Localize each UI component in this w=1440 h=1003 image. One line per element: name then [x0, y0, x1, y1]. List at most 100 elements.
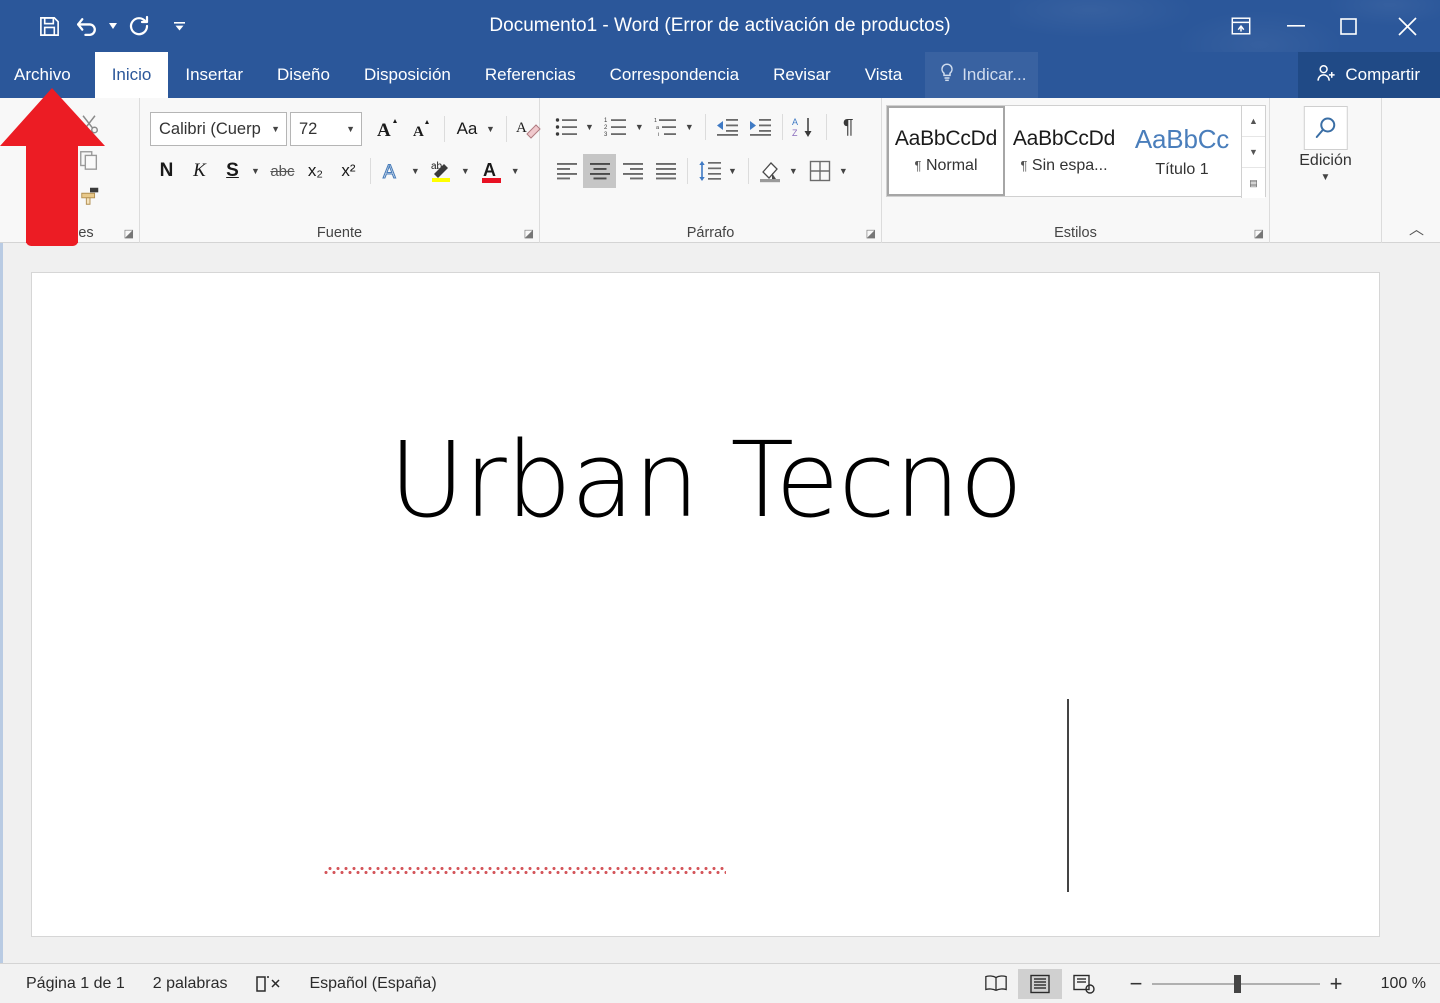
change-case-icon[interactable]: Aa	[450, 112, 484, 146]
font-color-dropdown-icon[interactable]: ▼	[509, 166, 526, 176]
window-controls	[1212, 0, 1440, 52]
spelling-check-icon[interactable]	[241, 974, 295, 994]
ribbon-group-font: Calibri (Cuerp ▼ 72 ▼ A A Aa ▼ A N K S ▼…	[140, 98, 541, 243]
copy-icon[interactable]	[78, 142, 102, 178]
font-name-input[interactable]: Calibri (Cuerp ▼	[150, 112, 287, 146]
show-formatting-marks-icon[interactable]: ¶	[832, 110, 865, 144]
font-size-value: 72	[299, 119, 318, 138]
strikethrough-button[interactable]: abc	[266, 154, 299, 188]
sort-icon[interactable]: A Z	[788, 110, 821, 144]
text-effects-dropdown-icon[interactable]: ▼	[409, 166, 426, 176]
numbered-list-icon[interactable]: 1 2 3	[600, 110, 633, 144]
zoom-level-label[interactable]: 100 %	[1366, 975, 1426, 993]
decrease-indent-icon[interactable]	[711, 110, 744, 144]
align-right-icon[interactable]	[616, 154, 649, 188]
document-page[interactable]: Urban Tecno	[31, 272, 1380, 937]
tab-vista[interactable]: Vista	[848, 52, 920, 98]
read-mode-icon[interactable]	[974, 969, 1018, 999]
numbered-list-dropdown-icon[interactable]: ▼	[633, 122, 650, 132]
styles-scroll-up-icon[interactable]: ▲	[1242, 106, 1265, 137]
print-layout-icon[interactable]	[1018, 968, 1062, 999]
zoom-slider-thumb[interactable]	[1234, 974, 1241, 993]
tab-diseno[interactable]: Diseño	[260, 52, 347, 98]
undo-dropdown-icon[interactable]	[106, 7, 120, 45]
styles-dialog-launcher[interactable]: ◪	[1254, 227, 1264, 240]
tab-revisar[interactable]: Revisar	[756, 52, 848, 98]
superscript-button[interactable]: x²	[332, 154, 365, 188]
share-button[interactable]: Compartir	[1298, 52, 1440, 98]
align-left-icon[interactable]	[550, 154, 583, 188]
line-spacing-dropdown-icon[interactable]: ▼	[726, 166, 743, 176]
styles-more-icon[interactable]: ▤	[1242, 168, 1265, 198]
customize-qat-icon[interactable]	[172, 7, 186, 45]
undo-icon[interactable]	[68, 7, 106, 45]
minimize-icon[interactable]	[1270, 0, 1322, 52]
web-layout-icon[interactable]	[1062, 969, 1106, 999]
font-color-icon[interactable]: A	[476, 154, 509, 188]
ribbon-group-paragraph: ▼ 1 2 3 ▼ 1 a i ▼ A Z ¶ ▼ ▼ ▼ Párrafo ◪	[540, 98, 882, 243]
font-size-input[interactable]: 72 ▼	[290, 112, 362, 146]
align-center-icon[interactable]	[583, 154, 616, 188]
tab-referencias[interactable]: Referencias	[468, 52, 593, 98]
clipboard-dialog-launcher[interactable]: ◪	[124, 227, 134, 240]
save-icon[interactable]	[30, 7, 68, 45]
tab-inicio[interactable]: Inicio	[94, 52, 169, 98]
cut-icon[interactable]	[78, 106, 102, 142]
italic-button[interactable]: K	[183, 154, 216, 188]
lightbulb-icon	[939, 62, 955, 88]
grow-font-icon[interactable]: A	[371, 112, 405, 146]
style-sin-espaciado[interactable]: AaBbCcDd ¶ Sin espa...	[1005, 106, 1123, 196]
bullet-list-icon[interactable]	[550, 110, 583, 144]
format-painter-icon[interactable]	[78, 178, 102, 214]
underline-button[interactable]: S	[216, 154, 249, 188]
line-spacing-icon[interactable]	[693, 154, 726, 188]
highlight-color-icon[interactable]: ab	[426, 154, 459, 188]
font-dialog-launcher[interactable]: ◪	[524, 227, 534, 240]
tell-me-search[interactable]: Indicar...	[925, 52, 1039, 98]
collapse-ribbon-icon[interactable]: ︿	[1409, 218, 1424, 239]
svg-text:A: A	[516, 120, 527, 136]
tab-archivo[interactable]: Archivo	[0, 52, 95, 98]
underline-dropdown-icon[interactable]: ▼	[249, 166, 266, 176]
styles-scroll-down-icon[interactable]: ▼	[1242, 137, 1265, 168]
change-case-dropdown-icon[interactable]: ▼	[484, 124, 501, 134]
tab-correspondencia[interactable]: Correspondencia	[593, 52, 756, 98]
shrink-font-icon[interactable]: A	[405, 112, 439, 146]
language-status[interactable]: Español (España)	[295, 975, 450, 993]
shading-dropdown-icon[interactable]: ▼	[787, 166, 804, 176]
editing-dropdown-icon[interactable]: ▼	[1321, 172, 1331, 183]
status-bar: Página 1 de 1 2 palabras Español (España…	[0, 963, 1440, 1003]
zoom-in-button[interactable]: +	[1320, 971, 1352, 997]
subscript-button[interactable]: x₂	[299, 154, 332, 188]
bold-button[interactable]: N	[150, 154, 183, 188]
close-icon[interactable]	[1374, 0, 1440, 52]
tab-disposicion[interactable]: Disposición	[347, 52, 468, 98]
font-size-dropdown-icon[interactable]: ▼	[346, 124, 359, 134]
borders-dropdown-icon[interactable]: ▼	[837, 166, 854, 176]
ribbon-group-paragraph-label: Párrafo	[686, 225, 735, 241]
zoom-slider[interactable]	[1152, 974, 1320, 994]
page-number-status[interactable]: Página 1 de 1	[12, 975, 139, 993]
maximize-icon[interactable]	[1322, 0, 1374, 52]
share-label: Compartir	[1345, 65, 1420, 84]
multilevel-list-icon[interactable]: 1 a i	[650, 110, 683, 144]
justify-icon[interactable]	[649, 154, 682, 188]
redo-icon[interactable]	[120, 7, 158, 45]
multilevel-list-dropdown-icon[interactable]: ▼	[683, 122, 700, 132]
paragraph-dialog-launcher[interactable]: ◪	[866, 227, 876, 240]
word-application-window: Documento1 - Word (Error de activación d…	[0, 0, 1440, 1003]
font-name-dropdown-icon[interactable]: ▼	[271, 124, 284, 134]
tab-insertar[interactable]: Insertar	[168, 52, 260, 98]
bullet-list-dropdown-icon[interactable]: ▼	[583, 122, 600, 132]
borders-icon[interactable]	[804, 154, 837, 188]
shading-icon[interactable]	[754, 154, 787, 188]
editing-button[interactable]: Edición ▼	[1299, 106, 1352, 183]
increase-indent-icon[interactable]	[744, 110, 777, 144]
highlight-dropdown-icon[interactable]: ▼	[459, 166, 476, 176]
style-normal[interactable]: AaBbCcDd ¶ Normal	[887, 106, 1005, 196]
text-effects-icon[interactable]: A	[376, 154, 409, 188]
word-count-status[interactable]: 2 palabras	[139, 975, 242, 993]
zoom-out-button[interactable]: −	[1120, 971, 1152, 997]
style-titulo-1[interactable]: AaBbCc Título 1	[1123, 106, 1241, 196]
ribbon-display-options-icon[interactable]	[1212, 0, 1270, 52]
